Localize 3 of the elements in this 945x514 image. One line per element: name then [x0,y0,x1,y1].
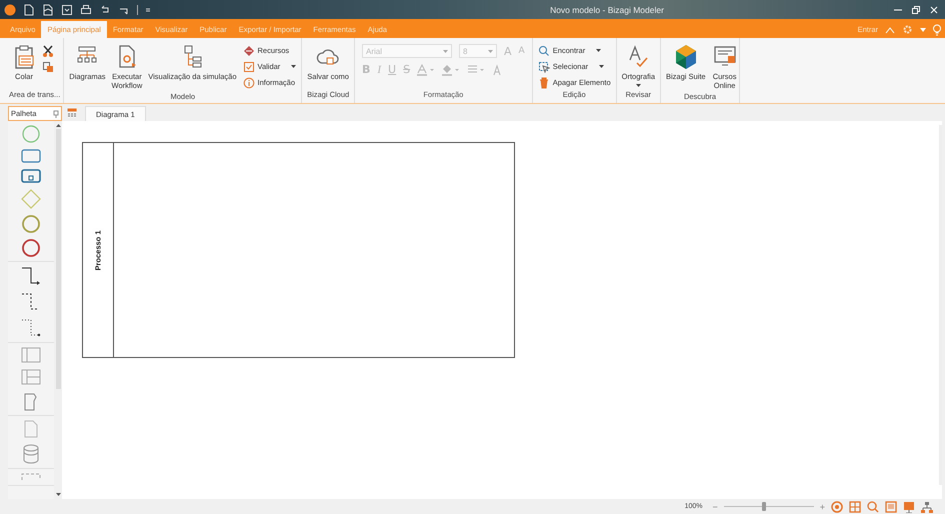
zoom-out-button[interactable]: − [712,502,718,512]
window-title: Novo modelo - Bizagi Modeler [549,4,665,14]
zoom-in-button[interactable]: + [820,502,825,512]
